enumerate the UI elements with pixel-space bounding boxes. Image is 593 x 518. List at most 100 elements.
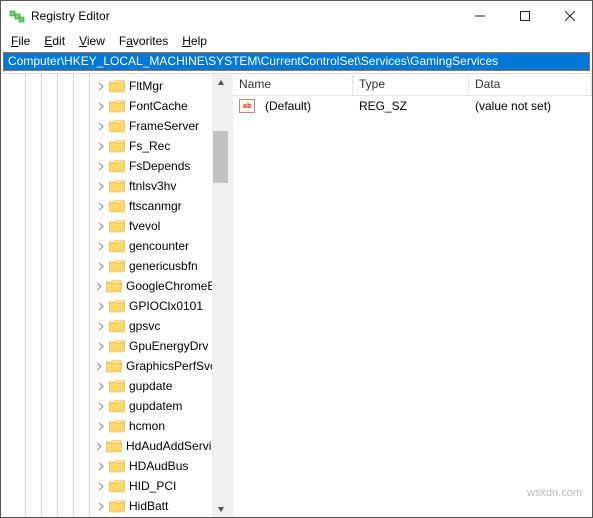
folder-icon [109, 500, 125, 513]
expander-icon[interactable] [95, 400, 107, 412]
expander-icon[interactable] [95, 200, 107, 212]
value-row[interactable]: ab(Default)REG_SZ(value not set) [233, 96, 592, 116]
tree[interactable]: FltMgr FontCache FrameServer Fs_Rec FsDepend… [1, 74, 212, 517]
tree-item[interactable]: gpsvc [1, 316, 212, 336]
folder-icon [109, 320, 125, 333]
minimize-button[interactable] [457, 1, 502, 31]
expander-icon[interactable] [95, 260, 107, 272]
tree-item[interactable]: HDAudBus [1, 456, 212, 476]
expander-icon[interactable] [95, 460, 107, 472]
tree-item[interactable]: gencounter [1, 236, 212, 256]
cell-name: (Default) [259, 99, 353, 113]
tree-item-label: HID_PCI [129, 479, 176, 493]
list-rows: ab(Default)REG_SZ(value not set) [233, 96, 592, 116]
expander-icon[interactable] [95, 380, 107, 392]
tree-item[interactable]: HidBatt [1, 496, 212, 516]
folder-icon [109, 420, 125, 433]
expander-icon[interactable] [95, 180, 107, 192]
expander-icon[interactable] [95, 320, 107, 332]
tree-item[interactable]: fvevol [1, 216, 212, 236]
tree-item[interactable]: Fs_Rec [1, 136, 212, 156]
tree-item-label: GPIOClx0101 [129, 299, 203, 313]
tree-item[interactable]: FsDepends [1, 156, 212, 176]
folder-icon [109, 380, 125, 393]
tree-item[interactable]: GPIOClx0101 [1, 296, 212, 316]
tree-item-label: hcmon [129, 419, 165, 433]
menu-help[interactable]: Help [176, 32, 213, 50]
folder-icon [106, 280, 122, 293]
tree-item[interactable]: ftscanmgr [1, 196, 212, 216]
tree-scrollbar[interactable] [212, 74, 229, 517]
close-button[interactable] [547, 1, 592, 31]
folder-icon [109, 160, 125, 173]
address-bar[interactable]: Computer\HKEY_LOCAL_MACHINE\SYSTEM\Curre… [3, 52, 590, 71]
folder-icon [109, 180, 125, 193]
tree-item-label: FsDepends [129, 159, 190, 173]
col-data[interactable]: Data [469, 74, 592, 95]
expander-icon[interactable] [95, 120, 107, 132]
menu-bar: File Edit View Favorites Help [1, 31, 592, 51]
expander-icon[interactable] [95, 440, 104, 452]
folder-icon [109, 460, 125, 473]
folder-icon [106, 440, 122, 453]
scroll-up-button[interactable] [212, 74, 229, 91]
tree-item[interactable]: hcmon [1, 416, 212, 436]
values-pane: Name Type Data ab(Default)REG_SZ(value n… [233, 74, 592, 517]
menu-file[interactable]: File [5, 32, 36, 50]
maximize-button[interactable] [502, 1, 547, 31]
folder-icon [109, 240, 125, 253]
menu-favorites[interactable]: Favorites [113, 32, 174, 50]
folder-icon [109, 220, 125, 233]
tree-item-label: gupdate [129, 379, 172, 393]
tree-item-label: gupdatem [129, 399, 182, 413]
cell-data: (value not set) [469, 99, 557, 113]
list-header[interactable]: Name Type Data [233, 74, 592, 96]
expander-icon[interactable] [95, 140, 107, 152]
expander-icon[interactable] [95, 420, 107, 432]
expander-icon[interactable] [95, 80, 107, 92]
expander-icon[interactable] [95, 240, 107, 252]
folder-icon [109, 340, 125, 353]
tree-item[interactable]: FltMgr [1, 76, 212, 96]
expander-icon[interactable] [95, 340, 107, 352]
scroll-track[interactable] [212, 91, 229, 500]
tree-item-label: FltMgr [129, 79, 163, 93]
tree-item-label: FrameServer [129, 119, 199, 133]
tree-item-label: HDAudBus [129, 459, 188, 473]
expander-icon[interactable] [95, 280, 104, 292]
expander-icon[interactable] [95, 360, 104, 372]
tree-item[interactable]: FrameServer [1, 116, 212, 136]
folder-icon [109, 120, 125, 133]
tree-item[interactable]: gupdatem [1, 396, 212, 416]
expander-icon[interactable] [95, 500, 107, 512]
tree-pane: FltMgr FontCache FrameServer Fs_Rec FsDepend… [1, 74, 229, 517]
tree-item-label: HidBatt [129, 499, 168, 513]
tree-item[interactable]: GpuEnergyDrv [1, 336, 212, 356]
expander-icon[interactable] [95, 300, 107, 312]
tree-item-label: fvevol [129, 219, 160, 233]
window-title: Registry Editor [31, 9, 457, 23]
menu-view[interactable]: View [73, 32, 111, 50]
tree-item[interactable]: HdAudAddServic [1, 436, 212, 456]
expander-icon[interactable] [95, 160, 107, 172]
expander-icon[interactable] [95, 480, 107, 492]
tree-item[interactable]: HID_PCI [1, 476, 212, 496]
tree-item-label: GoogleChromeEl [126, 279, 212, 293]
scroll-thumb[interactable] [213, 131, 228, 183]
folder-icon [109, 300, 125, 313]
tree-item[interactable]: FontCache [1, 96, 212, 116]
tree-item[interactable]: HidBth [1, 516, 212, 517]
tree-item[interactable]: GraphicsPerfSvc [1, 356, 212, 376]
expander-icon[interactable] [95, 220, 107, 232]
tree-item[interactable]: gupdate [1, 376, 212, 396]
col-type[interactable]: Type [353, 74, 469, 95]
folder-icon [109, 200, 125, 213]
expander-icon[interactable] [95, 100, 107, 112]
scroll-down-button[interactable] [212, 500, 229, 517]
col-name[interactable]: Name [233, 74, 353, 95]
tree-item[interactable]: genericusbfn [1, 256, 212, 276]
menu-edit[interactable]: Edit [38, 32, 71, 50]
tree-item[interactable]: ftnlsv3hv [1, 176, 212, 196]
tree-item[interactable]: GoogleChromeEl [1, 276, 212, 296]
tree-item-label: GpuEnergyDrv [129, 339, 208, 353]
